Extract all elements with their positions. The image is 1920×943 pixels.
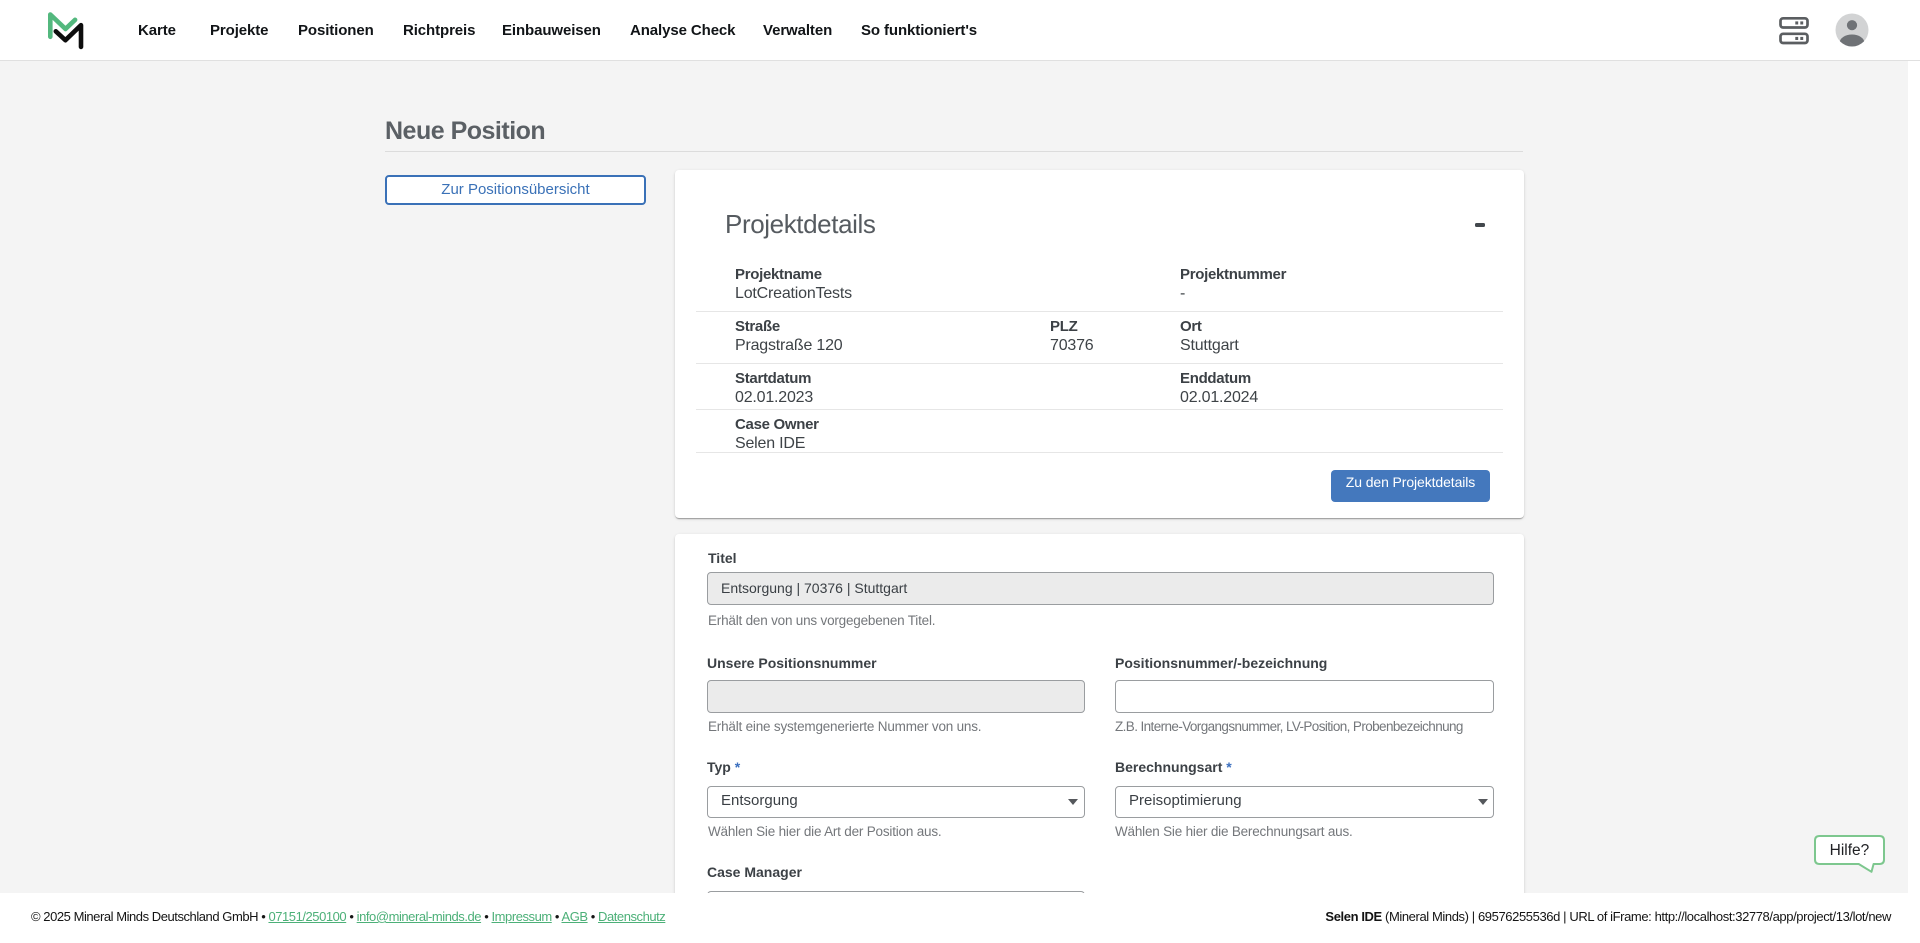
- svg-text:Hilfe?: Hilfe?: [1830, 842, 1870, 859]
